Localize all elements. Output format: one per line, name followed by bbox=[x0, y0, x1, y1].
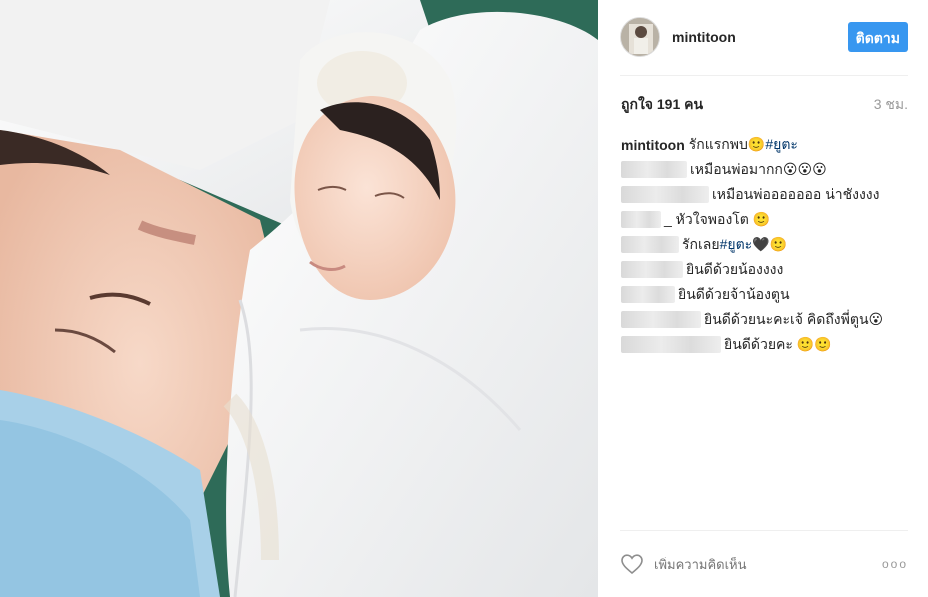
blurred-username bbox=[621, 336, 721, 353]
blurred-username bbox=[621, 236, 679, 253]
comment-text: เหมือนพ่อออออออ น่าชังงงง bbox=[712, 185, 880, 202]
blurred-username bbox=[621, 186, 709, 203]
heart-outline-icon-svg bbox=[621, 554, 643, 575]
comments-list: mintitoon รักแรกพบ 🙂 #ยูตะ เหมือนพ่อมากก… bbox=[621, 132, 908, 357]
username[interactable]: mintitoon bbox=[672, 29, 736, 45]
post-header: mintitoon ติดตาม bbox=[620, 16, 908, 58]
list-item: เหมือนพ่อมากก😮😮😮 bbox=[621, 157, 908, 182]
avatar-image bbox=[621, 18, 659, 56]
newborn-photo-image bbox=[0, 0, 598, 597]
list-item: _ หัวใจพองโต 🙂 bbox=[621, 207, 908, 232]
comment-text: รักเลย bbox=[682, 235, 720, 252]
likes-row: ถูกใจ 191 คน 3 ชม. bbox=[621, 94, 908, 116]
comment-emoji: 🙂 bbox=[747, 136, 766, 152]
list-item: เหมือนพ่อออออออ น่าชังงงง bbox=[621, 182, 908, 207]
footer-divider bbox=[620, 530, 908, 531]
header-divider bbox=[620, 75, 908, 76]
post-photo[interactable] bbox=[0, 0, 598, 597]
list-item: รักเลย #ยูตะ 🖤🙂 bbox=[621, 232, 908, 257]
heart-outline-icon[interactable] bbox=[620, 552, 644, 576]
add-comment-input[interactable] bbox=[654, 556, 854, 572]
blurred-username bbox=[621, 261, 683, 278]
hashtag-link[interactable]: #ยูตะ bbox=[720, 234, 753, 256]
post-sidebar: mintitoon ติดตาม ถูกใจ 191 คน 3 ชม. mint… bbox=[598, 0, 928, 597]
comment-text: ยินดีด้วยนะคะเจ้ คิดถึงพี่ตูน😮 bbox=[704, 310, 884, 327]
likes-count[interactable]: ถูกใจ 191 คน bbox=[621, 94, 703, 116]
list-item: ยินดีด้วยน้องงงง bbox=[621, 257, 908, 282]
comment-text: ยินดีด้วยจ้าน้องตูน bbox=[678, 285, 790, 302]
list-item: ยินดีด้วยนะคะเจ้ คิดถึงพี่ตูน😮 bbox=[621, 307, 908, 332]
comment-bar: ooo bbox=[620, 548, 908, 580]
post-time[interactable]: 3 ชม. bbox=[874, 94, 908, 116]
blurred-username bbox=[621, 311, 701, 328]
hashtag-link[interactable]: #ยูตะ bbox=[765, 134, 798, 156]
comment-text: _ หัวใจพองโต 🙂 bbox=[664, 210, 771, 227]
comment-text: รักแรกพบ bbox=[688, 135, 748, 152]
blurred-username bbox=[621, 161, 687, 178]
comment-text: เหมือนพ่อมากก😮😮😮 bbox=[690, 160, 827, 177]
list-item: ยินดีด้วยคะ 🙂🙂 bbox=[621, 332, 908, 357]
blurred-username bbox=[621, 286, 675, 303]
follow-button[interactable]: ติดตาม bbox=[847, 22, 908, 52]
comment-text: ยินดีด้วยน้องงงง bbox=[686, 260, 784, 277]
blurred-username bbox=[621, 211, 661, 228]
caption: mintitoon รักแรกพบ 🙂 #ยูตะ bbox=[621, 132, 908, 157]
ellipsis-icon[interactable]: ooo bbox=[882, 557, 908, 571]
avatar[interactable] bbox=[620, 17, 660, 57]
comment-author[interactable]: mintitoon bbox=[621, 137, 685, 153]
list-item: ยินดีด้วยจ้าน้องตูน bbox=[621, 282, 908, 307]
comment-text: ยินดีด้วยคะ 🙂🙂 bbox=[724, 335, 832, 352]
comment-emoji: 🖤🙂 bbox=[752, 236, 788, 252]
